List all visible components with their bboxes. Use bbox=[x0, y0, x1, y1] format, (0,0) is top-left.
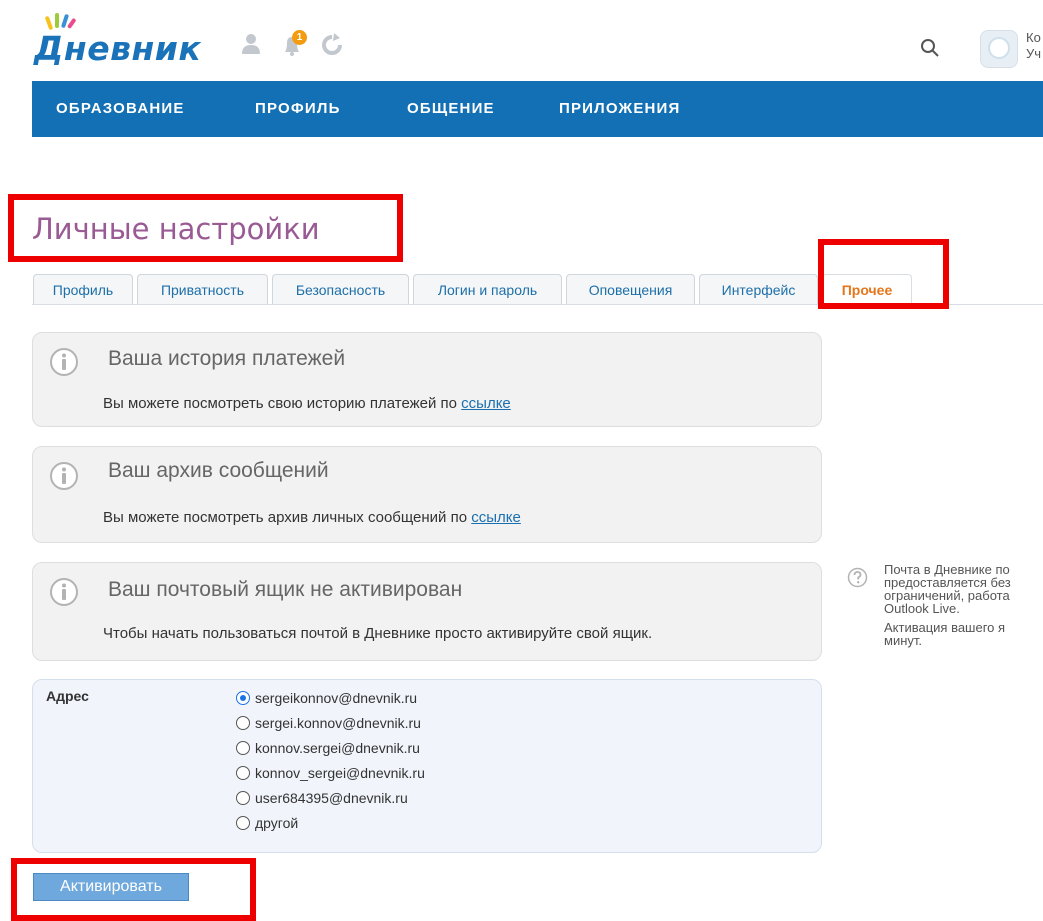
info-text-body: Вы можете посмотреть свою историю платеж… bbox=[103, 395, 462, 412]
info-icon bbox=[50, 348, 78, 376]
user-name-line1: Ко bbox=[1026, 30, 1041, 45]
address-option[interactable]: konnov_sergei@dnevnik.ru bbox=[236, 763, 425, 783]
info-title: Ваша история платежей bbox=[108, 347, 346, 370]
info-text: Вы можете посмотреть архив личных сообще… bbox=[103, 509, 521, 526]
user-name-line2: Уч bbox=[1026, 46, 1042, 61]
address-option[interactable]: sergei.konnov@dnevnik.ru bbox=[236, 713, 421, 733]
tab-profile[interactable]: Профиль bbox=[33, 274, 133, 304]
info-title: Ваш архив сообщений bbox=[108, 459, 329, 482]
avatar[interactable] bbox=[980, 30, 1018, 68]
radio-button[interactable] bbox=[236, 716, 250, 730]
info-text: Чтобы начать пользоваться почтой в Дневн… bbox=[103, 625, 653, 642]
highlight-frame-title bbox=[8, 194, 403, 262]
radio-button[interactable] bbox=[236, 741, 250, 755]
top-navigation: ОБРАЗОВАНИЕ ПРОФИЛЬ ОБЩЕНИЕ ПРИЛОЖЕНИЯ bbox=[32, 81, 1043, 137]
nav-communication[interactable]: ОБЩЕНИЕ bbox=[407, 100, 495, 117]
address-label: Адрес bbox=[46, 688, 89, 704]
mailbox-not-activated-box: Ваш почтовый ящик не активирован Чтобы н… bbox=[32, 562, 822, 661]
help-line: минут. bbox=[884, 633, 923, 648]
highlight-frame-button bbox=[11, 858, 256, 921]
notifications-button[interactable]: 1 bbox=[279, 30, 307, 58]
nav-education[interactable]: ОБРАЗОВАНИЕ bbox=[56, 100, 185, 117]
logo[interactable]: Дневник bbox=[31, 12, 221, 68]
radio-button[interactable] bbox=[236, 816, 250, 830]
payment-history-box: Ваша история платежей Вы можете посмотре… bbox=[32, 332, 822, 427]
message-archive-box: Ваш архив сообщений Вы можете посмотреть… bbox=[32, 446, 822, 543]
info-icon bbox=[50, 462, 78, 490]
refresh-icon[interactable] bbox=[320, 32, 344, 58]
mail-help-text: Почта в Дневнике по предоставляется без … bbox=[884, 563, 1043, 647]
address-option-label: user684395@dnevnik.ru bbox=[255, 790, 408, 806]
logo-text: Дневник bbox=[34, 29, 202, 68]
info-icon bbox=[50, 578, 78, 606]
nav-profile[interactable]: ПРОФИЛЬ bbox=[255, 100, 341, 117]
address-option[interactable]: konnov.sergei@dnevnik.ru bbox=[236, 738, 420, 758]
radio-button[interactable] bbox=[236, 791, 250, 805]
nav-applications[interactable]: ПРИЛОЖЕНИЯ bbox=[559, 100, 681, 117]
address-option-label: konnov.sergei@dnevnik.ru bbox=[255, 740, 420, 756]
tab-login-password[interactable]: Логин и пароль bbox=[413, 274, 562, 304]
address-option-label: другой bbox=[255, 815, 299, 831]
address-selection-box bbox=[32, 679, 822, 853]
message-archive-link[interactable]: ссылке bbox=[471, 509, 521, 526]
address-option[interactable]: sergeikonnov@dnevnik.ru bbox=[236, 688, 417, 708]
highlight-frame-tab bbox=[818, 239, 949, 309]
info-text: Вы можете посмотреть свою историю платеж… bbox=[103, 395, 511, 412]
address-option[interactable]: user684395@dnevnik.ru bbox=[236, 788, 408, 808]
tab-privacy[interactable]: Приватность bbox=[137, 274, 268, 304]
help-icon bbox=[847, 567, 868, 588]
payment-history-link[interactable]: ссылке bbox=[461, 395, 511, 412]
address-option-label: konnov_sergei@dnevnik.ru bbox=[255, 765, 425, 781]
address-option-label: sergei.konnov@dnevnik.ru bbox=[255, 715, 421, 731]
tab-security[interactable]: Безопасность bbox=[272, 274, 409, 304]
user-icon[interactable] bbox=[240, 32, 262, 58]
radio-button[interactable] bbox=[236, 766, 250, 780]
tab-notifications[interactable]: Оповещения bbox=[566, 274, 695, 304]
radio-button-selected[interactable] bbox=[236, 691, 250, 705]
search-icon[interactable] bbox=[918, 36, 942, 60]
tab-interface[interactable]: Интерфейс bbox=[699, 274, 818, 304]
user-name[interactable]: Ко Уч bbox=[1026, 30, 1041, 62]
address-option-label: sergeikonnov@dnevnik.ru bbox=[255, 690, 418, 706]
info-title: Ваш почтовый ящик не активирован bbox=[108, 578, 463, 601]
notification-badge: 1 bbox=[292, 30, 307, 45]
address-option[interactable]: другой bbox=[236, 813, 298, 833]
info-text-body: Вы можете посмотреть архив личных сообще… bbox=[103, 509, 472, 526]
help-line: Outlook Live. bbox=[884, 601, 960, 616]
